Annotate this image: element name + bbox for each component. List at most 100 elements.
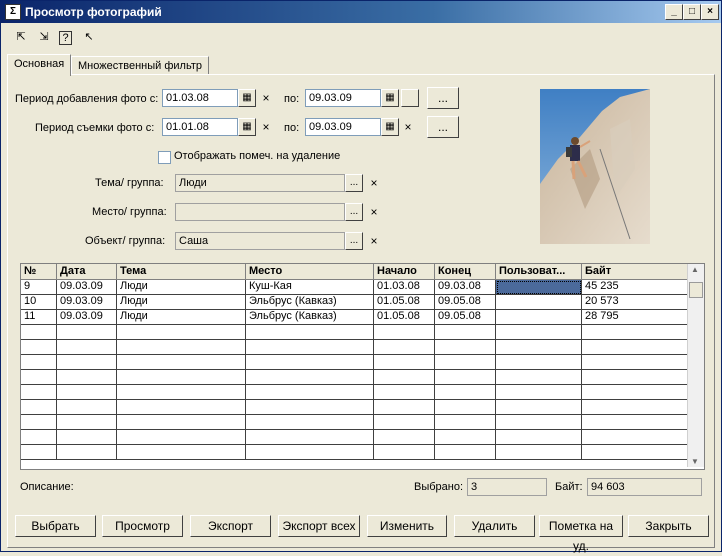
table-cell bbox=[496, 340, 582, 355]
shot-from-field[interactable]: 01.01.08 bbox=[162, 118, 238, 136]
table-cell bbox=[21, 445, 57, 460]
column-header[interactable]: Байт bbox=[582, 264, 688, 280]
clear-icon[interactable]: × bbox=[259, 118, 273, 136]
table-cell bbox=[435, 445, 496, 460]
minimize-icon[interactable]: _ bbox=[665, 4, 683, 20]
clear-icon[interactable]: × bbox=[367, 232, 381, 250]
calendar-icon[interactable]: ▦ bbox=[238, 89, 256, 107]
table-cell: 09.03.09 bbox=[57, 295, 117, 310]
show-deleted-checkbox[interactable] bbox=[158, 151, 171, 164]
view-button[interactable]: Просмотр bbox=[102, 515, 183, 537]
column-header[interactable]: Место bbox=[246, 264, 374, 280]
calendar-icon[interactable]: ▦ bbox=[381, 89, 399, 107]
table-cell bbox=[582, 415, 688, 430]
table-cell bbox=[21, 370, 57, 385]
table-cell bbox=[496, 415, 582, 430]
close-icon[interactable]: × bbox=[701, 4, 719, 20]
added-from-field[interactable]: 01.03.08 bbox=[162, 89, 238, 107]
table-cell: Эльбрус (Кавказ) bbox=[246, 310, 374, 325]
table-cell bbox=[246, 325, 374, 340]
edit-button[interactable]: Изменить bbox=[367, 515, 447, 537]
table-cell: 09.03.09 bbox=[57, 280, 117, 295]
place-select-button[interactable]: ... bbox=[345, 203, 363, 221]
place-label: Место/ группа: bbox=[92, 206, 167, 218]
table-cell bbox=[374, 325, 435, 340]
table-cell bbox=[374, 385, 435, 400]
scroll-thumb[interactable] bbox=[689, 282, 703, 298]
table-cell bbox=[374, 400, 435, 415]
theme-field[interactable]: Люди bbox=[175, 174, 345, 192]
table-cell bbox=[57, 325, 117, 340]
table-cell bbox=[496, 355, 582, 370]
table-cell bbox=[246, 445, 374, 460]
help-icon[interactable]: ? bbox=[59, 31, 72, 45]
table-cell bbox=[117, 325, 246, 340]
table-cell bbox=[246, 400, 374, 415]
delete-button[interactable]: Удалить bbox=[454, 515, 535, 537]
table-cell bbox=[435, 340, 496, 355]
maximize-icon[interactable]: □ bbox=[683, 4, 701, 20]
scroll-down-icon[interactable]: ▼ bbox=[691, 457, 699, 466]
shot-period-ellipsis-button[interactable]: ... bbox=[427, 116, 459, 138]
show-deleted-label: Отображать помеч. на удаление bbox=[174, 150, 341, 162]
table-cell: 28 795 bbox=[582, 310, 688, 325]
column-header[interactable]: № bbox=[21, 264, 57, 280]
table-cell: Эльбрус (Кавказ) bbox=[246, 295, 374, 310]
table-cell bbox=[496, 370, 582, 385]
table-cell: 01.05.08 bbox=[374, 310, 435, 325]
object-select-button[interactable]: ... bbox=[345, 232, 363, 250]
table-cell bbox=[582, 370, 688, 385]
clear-icon[interactable]: × bbox=[367, 203, 381, 221]
table-cell bbox=[496, 295, 582, 310]
table-cell bbox=[435, 370, 496, 385]
clear-icon[interactable]: × bbox=[401, 118, 415, 136]
table-cell bbox=[57, 415, 117, 430]
window-title: Просмотр фотографий bbox=[25, 5, 162, 19]
table-cell bbox=[374, 355, 435, 370]
table-cell bbox=[57, 430, 117, 445]
column-header[interactable]: Начало bbox=[374, 264, 435, 280]
theme-select-button[interactable]: ... bbox=[345, 174, 363, 192]
clear-icon[interactable]: × bbox=[367, 174, 381, 192]
table-cell bbox=[21, 325, 57, 340]
calendar-icon[interactable]: ▦ bbox=[238, 118, 256, 136]
description-label: Описание: bbox=[20, 481, 74, 493]
export-button[interactable]: Экспорт bbox=[190, 515, 271, 537]
scroll-up-icon[interactable]: ▲ bbox=[691, 265, 699, 274]
table-cell bbox=[57, 340, 117, 355]
table-cell bbox=[496, 325, 582, 340]
added-to-field[interactable]: 09.03.09 bbox=[305, 89, 381, 107]
column-header[interactable]: Конец bbox=[435, 264, 496, 280]
column-header[interactable]: Дата bbox=[57, 264, 117, 280]
mark-delete-button[interactable]: Пометка на уд. bbox=[539, 515, 623, 553]
added-period-ellipsis-button[interactable]: ... bbox=[427, 87, 459, 109]
table-cell bbox=[496, 310, 582, 325]
table-cell bbox=[21, 415, 57, 430]
photo-table[interactable]: № Дата Тема Место Начало Конец Пользоват… bbox=[20, 263, 705, 470]
table-cell bbox=[21, 385, 57, 400]
pointer-help-icon[interactable]: ↖ bbox=[81, 29, 97, 45]
calendar-icon[interactable]: ▦ bbox=[381, 118, 399, 136]
table-cell bbox=[582, 325, 688, 340]
close-button[interactable]: Закрыть bbox=[628, 515, 709, 537]
clear-icon[interactable]: × bbox=[259, 89, 273, 107]
table-cell bbox=[117, 430, 246, 445]
move-down-icon[interactable]: ⇲ bbox=[36, 29, 52, 45]
table-scrollbar[interactable]: ▲ ▼ bbox=[687, 264, 704, 467]
column-header[interactable]: Тема bbox=[117, 264, 246, 280]
photo-viewer-window: Σ Просмотр фотографий _ □ × ⇱ ⇲ ? ↖ Осно… bbox=[0, 0, 722, 553]
select-button[interactable]: Выбрать bbox=[15, 515, 96, 537]
title-bar[interactable]: Σ Просмотр фотографий _ □ × bbox=[1, 1, 721, 23]
tab-main[interactable]: Основная bbox=[7, 54, 72, 76]
bytes-label: Байт: bbox=[555, 481, 583, 493]
place-field[interactable] bbox=[175, 203, 345, 221]
shot-to-field[interactable]: 09.03.09 bbox=[305, 118, 381, 136]
column-header[interactable]: Пользоват... bbox=[496, 264, 582, 280]
table-cell bbox=[496, 445, 582, 460]
move-up-icon[interactable]: ⇱ bbox=[13, 29, 29, 45]
export-all-button[interactable]: Экспорт всех bbox=[278, 515, 360, 537]
tab-multi-filter[interactable]: Множественный фильтр bbox=[71, 56, 209, 75]
table-cell bbox=[117, 415, 246, 430]
table-cell: Люди bbox=[117, 295, 246, 310]
object-field[interactable]: Саша bbox=[175, 232, 345, 250]
